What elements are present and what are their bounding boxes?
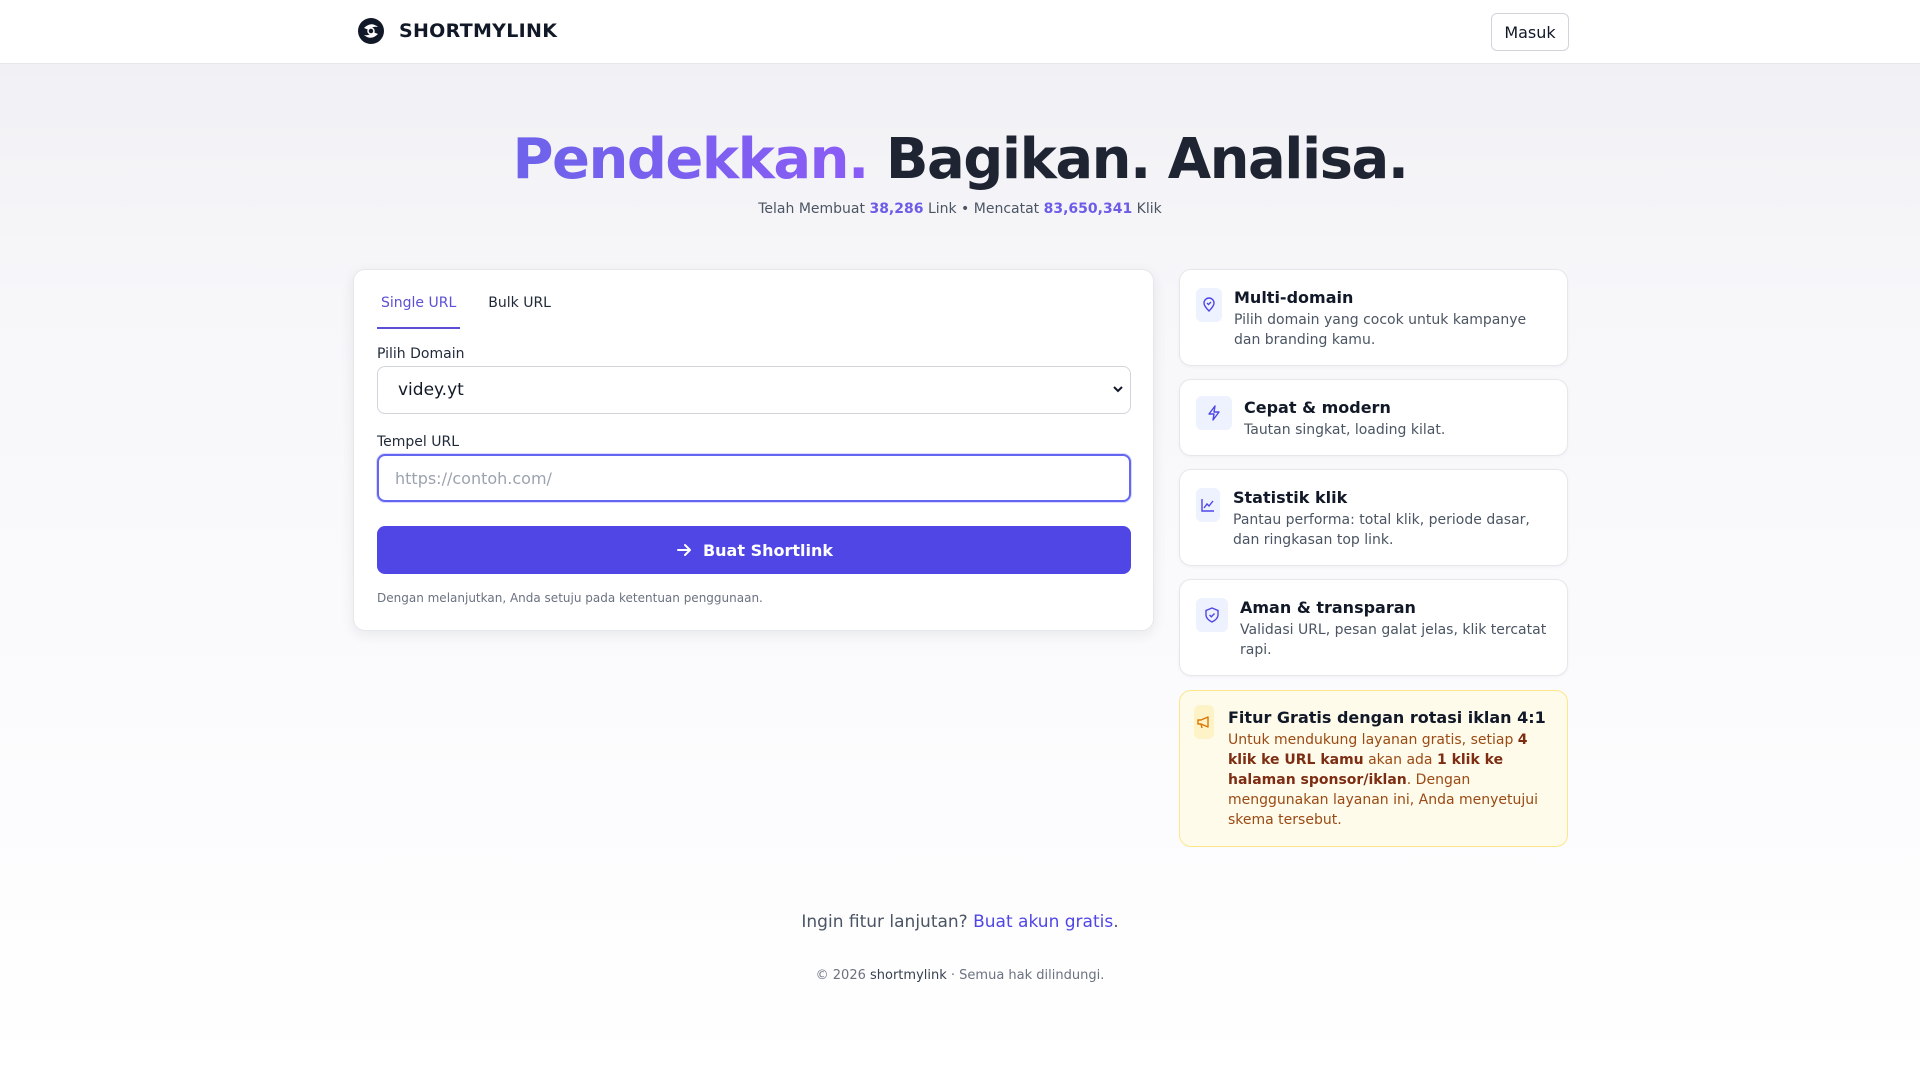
- url-label: Tempel URL: [377, 434, 460, 450]
- terms-note: Dengan melanjutkan, Anda setuju pada ket…: [377, 591, 763, 605]
- create-shortlink-button[interactable]: Buat Shortlink: [377, 526, 1131, 574]
- feature-title: Cepat & modern: [1244, 398, 1391, 417]
- copyright-owner: shortmylink: [870, 968, 947, 983]
- promo-text-1: Untuk mendukung layanan gratis, setiap: [1228, 732, 1518, 748]
- chevron-down-icon: [1112, 383, 1124, 399]
- ad-rotation-notice: Fitur Gratis dengan rotasi iklan 4:1 Unt…: [1179, 690, 1568, 847]
- lightning-icon: [1196, 396, 1232, 430]
- usage-stats: Telah Membuat 38,286 Link • Mencatat 83,…: [0, 201, 1920, 217]
- domain-label: Pilih Domain: [377, 346, 465, 362]
- clicks-suffix: Klik: [1136, 201, 1162, 217]
- create-account-link[interactable]: Buat akun gratis: [973, 912, 1113, 932]
- copyright-rights: · Semua hak dilindungi.: [950, 968, 1105, 983]
- logo-icon: [358, 18, 384, 44]
- copyright: © 2026 shortmylink · Semua hak dilindung…: [0, 968, 1920, 983]
- tab-bulk-url[interactable]: Bulk URL: [484, 292, 555, 329]
- mode-tabs: Single URL Bulk URL: [377, 292, 579, 329]
- tab-single-url[interactable]: Single URL: [377, 292, 461, 329]
- feature-title: Statistik klik: [1233, 488, 1348, 507]
- feature-desc: Validasi URL, pesan galat jelas, klik te…: [1240, 622, 1547, 658]
- domain-selected-value: videy.yt: [398, 380, 464, 400]
- arrow-right-icon: [676, 544, 691, 556]
- links-count: 38,286: [869, 201, 924, 217]
- feature-desc: Pantau performa: total klik, periode das…: [1233, 512, 1530, 548]
- promo-text-2: akan ada: [1363, 752, 1437, 768]
- brand-name: SHORTMYLINK: [399, 20, 558, 42]
- login-button[interactable]: Masuk: [1491, 13, 1569, 51]
- location-pin-icon: [1196, 288, 1222, 322]
- feature-title: Multi-domain: [1234, 288, 1354, 307]
- title-rest: Bagikan. Analisa.: [885, 127, 1409, 192]
- feature-card-multi-domain: Multi-domain Pilih domain yang cocok unt…: [1179, 269, 1568, 366]
- shield-check-icon: [1196, 598, 1228, 632]
- feature-desc: Tautan singkat, loading kilat.: [1244, 422, 1446, 438]
- shorten-form-card: Single URL Bulk URL Pilih Domain videy.y…: [353, 269, 1154, 631]
- feature-card-speed: Cepat & modern Tautan singkat, loading k…: [1179, 379, 1568, 456]
- signup-cta: Ingin fitur lanjutan? Buat akun gratis.: [0, 912, 1920, 932]
- domain-select[interactable]: videy.yt: [377, 366, 1131, 414]
- cta-end: .: [1113, 912, 1119, 932]
- cta-text: Ingin fitur lanjutan?: [801, 912, 968, 932]
- submit-label: Buat Shortlink: [702, 540, 834, 560]
- title-highlight: Pendekkan.: [512, 127, 869, 192]
- feature-title: Aman & transparan: [1240, 598, 1416, 617]
- chart-line-icon: [1196, 488, 1220, 522]
- stats-prefix: Telah Membuat: [758, 201, 865, 217]
- megaphone-icon: [1194, 705, 1214, 739]
- feature-card-statistics: Statistik klik Pantau performa: total kl…: [1179, 469, 1568, 566]
- promo-title: Fitur Gratis dengan rotasi iklan 4:1: [1228, 708, 1546, 727]
- promo-desc: Untuk mendukung layanan gratis, setiap 4…: [1228, 730, 1553, 830]
- copyright-year: © 2026: [815, 968, 866, 983]
- url-input[interactable]: [377, 454, 1131, 502]
- top-navbar: SHORTMYLINK Masuk: [0, 0, 1920, 64]
- clicks-count: 83,650,341: [1043, 201, 1133, 217]
- page-title: Pendekkan. Bagikan. Analisa.: [0, 124, 1920, 196]
- feature-card-security: Aman & transparan Validasi URL, pesan ga…: [1179, 579, 1568, 676]
- links-suffix: Link • Mencatat: [927, 201, 1040, 217]
- brand[interactable]: SHORTMYLINK: [357, 17, 557, 45]
- feature-desc: Pilih domain yang cocok untuk kampanye d…: [1234, 312, 1527, 348]
